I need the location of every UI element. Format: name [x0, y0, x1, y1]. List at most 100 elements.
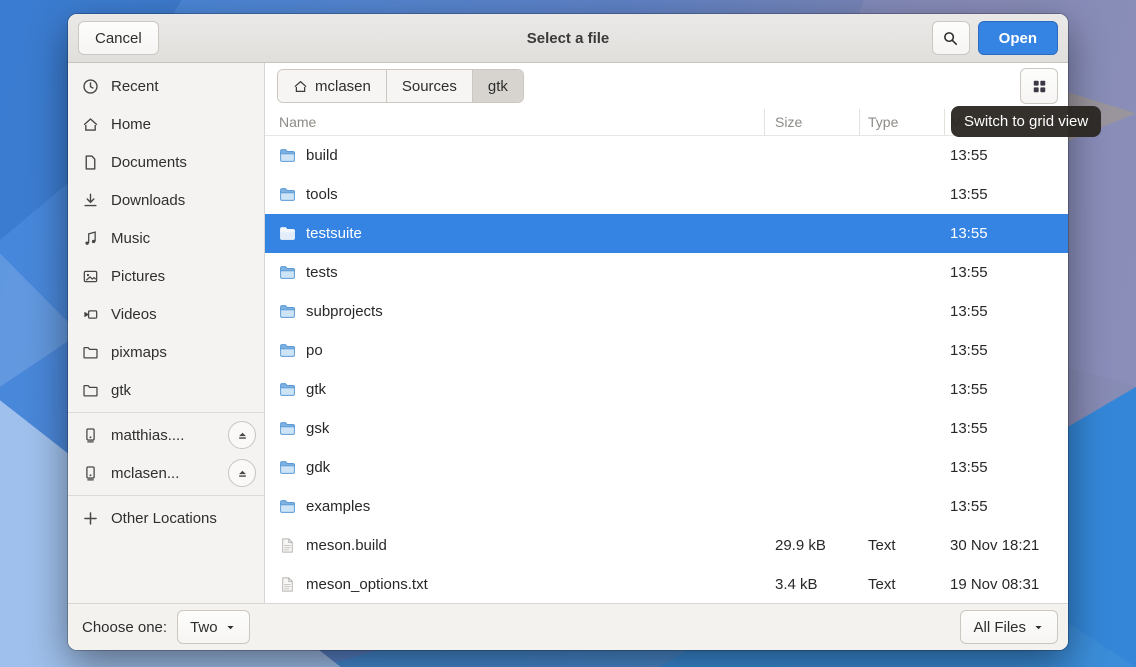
file-name: tests — [306, 264, 338, 281]
file-size: 29.9 kB — [765, 537, 860, 554]
sidebar-device-label: mclasen... — [111, 465, 216, 482]
folder-file-icon — [279, 342, 296, 359]
file-row-po[interactable]: po 13:55 — [265, 331, 1068, 370]
sidebar-item-pictures[interactable]: Pictures — [68, 257, 264, 295]
column-header-label: Type — [868, 114, 898, 130]
choose-value: Two — [190, 619, 218, 636]
folder-file-icon — [279, 381, 296, 398]
folder-file-icon — [279, 459, 296, 476]
drive-icon — [82, 427, 99, 444]
breadcrumb-segment-sources[interactable]: Sources — [387, 70, 473, 102]
file-name: build — [306, 147, 338, 164]
breadcrumb-segment-mclasen[interactable]: mclasen — [278, 70, 387, 102]
sidebar-item-label: Pictures — [111, 268, 256, 285]
plus-icon — [82, 510, 99, 527]
file-name: meson.build — [306, 537, 387, 554]
file-modified: 13:55 — [945, 225, 1068, 242]
breadcrumb-segment-gtk[interactable]: gtk — [473, 70, 523, 102]
sidebar-separator — [68, 495, 264, 496]
column-header-name[interactable]: Name — [279, 109, 765, 135]
eject-button[interactable] — [228, 421, 256, 449]
breadcrumb: mclasen Sources gtk — [277, 69, 524, 103]
sidebar-item-videos[interactable]: Videos — [68, 295, 264, 333]
footer-bar: Choose one: Two All Files — [68, 603, 1068, 650]
sidebar-item-label: Recent — [111, 78, 256, 95]
grid-view-toggle-button[interactable] — [1020, 68, 1058, 104]
file-name-cell: testsuite — [279, 225, 765, 242]
sidebar-item-label: Documents — [111, 154, 256, 171]
file-row-gdk[interactable]: gdk 13:55 — [265, 448, 1068, 487]
sidebar-item-other-locations[interactable]: Other Locations — [68, 499, 264, 537]
file-row-examples[interactable]: examples 13:55 — [265, 487, 1068, 526]
folder-file-icon — [279, 264, 296, 281]
file-row-tools[interactable]: tools 13:55 — [265, 175, 1068, 214]
folder-icon — [82, 382, 99, 399]
sidebar-device-matthias[interactable]: matthias.... — [68, 416, 264, 454]
file-name-cell: gdk — [279, 459, 765, 476]
sidebar-item-home[interactable]: Home — [68, 105, 264, 143]
sidebar-places: Recent Home Documents Downloads Music Pi… — [68, 67, 264, 409]
choose-dropdown[interactable]: Two — [177, 610, 250, 644]
filter-value: All Files — [973, 619, 1026, 636]
sidebar-device-mclasen[interactable]: mclasen... — [68, 454, 264, 492]
file-row-meson-build[interactable]: meson.build 29.9 kB Text 30 Nov 18:21 — [265, 526, 1068, 565]
cancel-button[interactable]: Cancel — [78, 21, 159, 55]
file-modified: 13:55 — [945, 420, 1068, 437]
file-name-cell: meson_options.txt — [279, 576, 765, 593]
file-browser-pane: mclasen Sources gtk Name Size Type Modif… — [265, 63, 1068, 603]
search-button[interactable] — [932, 21, 970, 55]
file-row-gsk[interactable]: gsk 13:55 — [265, 409, 1068, 448]
file-modified: 19 Nov 08:31 — [945, 576, 1068, 593]
grid-view-icon — [1031, 78, 1048, 95]
sidebar-item-documents[interactable]: Documents — [68, 143, 264, 181]
eject-button[interactable] — [228, 459, 256, 487]
file-name-cell: examples — [279, 498, 765, 515]
file-name-cell: gtk — [279, 381, 765, 398]
file-name: tools — [306, 186, 338, 203]
caret-down-icon — [224, 621, 237, 634]
file-size: 3.4 kB — [765, 576, 860, 593]
folder-file-icon — [279, 147, 296, 164]
document-icon — [82, 154, 99, 171]
file-filter-dropdown[interactable]: All Files — [960, 610, 1058, 644]
folder-file-icon — [279, 186, 296, 203]
file-name: gdk — [306, 459, 330, 476]
sidebar-devices: matthias.... mclasen... — [68, 416, 264, 492]
tooltip: Switch to grid view — [951, 106, 1101, 137]
file-row-build[interactable]: build 13:55 — [265, 136, 1068, 175]
sidebar-item-label: Downloads — [111, 192, 256, 209]
file-row-gtk[interactable]: gtk 13:55 — [265, 370, 1068, 409]
file-type: Text — [860, 537, 945, 554]
file-name-cell: subprojects — [279, 303, 765, 320]
breadcrumb-label: Sources — [402, 78, 457, 95]
caret-down-icon — [1032, 621, 1045, 634]
sidebar-item-music[interactable]: Music — [68, 219, 264, 257]
file-name: gsk — [306, 420, 329, 437]
sidebar-item-downloads[interactable]: Downloads — [68, 181, 264, 219]
sidebar-item-label: pixmaps — [111, 344, 256, 361]
sidebar-item-pixmaps[interactable]: pixmaps — [68, 333, 264, 371]
file-name: examples — [306, 498, 370, 515]
column-header-size[interactable]: Size — [765, 109, 860, 135]
open-button[interactable]: Open — [978, 21, 1058, 55]
file-row-meson-options-txt[interactable]: meson_options.txt 3.4 kB Text 19 Nov 08:… — [265, 565, 1068, 603]
dialog-title: Select a file — [68, 30, 1068, 47]
file-name: po — [306, 342, 323, 359]
file-row-subprojects[interactable]: subprojects 13:55 — [265, 292, 1068, 331]
sidebar-item-label: Music — [111, 230, 256, 247]
column-header-type[interactable]: Type — [860, 109, 945, 135]
sidebar-item-recent[interactable]: Recent — [68, 67, 264, 105]
folder-file-icon — [279, 420, 296, 437]
breadcrumb-label: mclasen — [315, 78, 371, 95]
sidebar-other-locations: Other Locations — [68, 499, 264, 537]
file-row-testsuite[interactable]: testsuite 13:55 — [265, 214, 1068, 253]
footer-choice-group: Choose one: Two — [82, 610, 250, 644]
file-modified: 13:55 — [945, 303, 1068, 320]
file-modified: 13:55 — [945, 342, 1068, 359]
breadcrumb-label: gtk — [488, 78, 508, 95]
folder-icon — [82, 344, 99, 361]
sidebar-item-gtk[interactable]: gtk — [68, 371, 264, 409]
file-row-tests[interactable]: tests 13:55 — [265, 253, 1068, 292]
sidebar-item-label: Other Locations — [111, 510, 256, 527]
sidebar-item-label: Home — [111, 116, 256, 133]
